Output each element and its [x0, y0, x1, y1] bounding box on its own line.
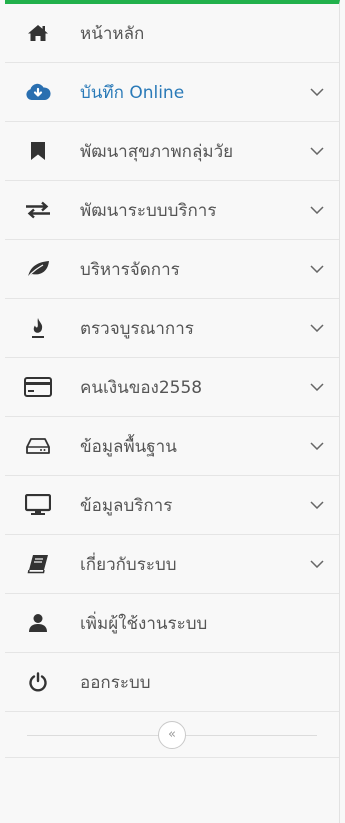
chevron-down-icon[interactable] [309, 264, 325, 274]
sidebar-item-money-2558[interactable]: คนเงินของ2558 [5, 358, 339, 417]
leaf-icon [21, 260, 55, 278]
sidebar-item-label: บริหารจัดการ [80, 259, 180, 280]
chevron-down-icon[interactable] [309, 500, 325, 510]
sidebar-item-health-development[interactable]: พัฒนาสุขภาพกลุ่มวัย [5, 122, 339, 181]
exchange-arrows-icon [21, 201, 55, 219]
sidebar-item-label: เกี่ยวกับระบบ [80, 554, 177, 575]
home-icon [21, 24, 55, 42]
sidebar-item-service-info[interactable]: ข้อมูลบริการ [5, 476, 339, 535]
sidebar-item-label: หน้าหลัก [80, 23, 145, 44]
sidebar-item-label: คนเงินของ2558 [80, 377, 203, 398]
sidebar-item-label: ข้อมูลบริการ [80, 495, 173, 516]
sidebar-item-label: ออกระบบ [80, 672, 151, 693]
sidebar-item-integrated-inspection[interactable]: ตรวจบูรณาการ [5, 299, 339, 358]
book-icon [21, 554, 55, 574]
hdd-icon [21, 437, 55, 455]
sidebar-item-logout[interactable]: ออกระบบ [5, 653, 339, 712]
bookmark-icon [21, 141, 55, 161]
sidebar-item-management[interactable]: บริหารจัดการ [5, 240, 339, 299]
power-icon [21, 672, 55, 692]
desktop-icon [21, 494, 55, 516]
user-icon [21, 613, 55, 633]
sidebar-item-label: ข้อมูลพื้นฐาน [80, 436, 177, 457]
sidebar-item-label: บันทึก Online [80, 82, 185, 103]
sidebar: หน้าหลัก บันทึก Online พัฒนาสุขภาพกลุ่มว… [5, 0, 340, 823]
sidebar-menu: หน้าหลัก บันทึก Online พัฒนาสุขภาพกลุ่มว… [5, 4, 339, 712]
sidebar-item-basic-info[interactable]: ข้อมูลพื้นฐาน [5, 417, 339, 476]
chevron-down-icon[interactable] [309, 382, 325, 392]
sidebar-item-about-system[interactable]: เกี่ยวกับระบบ [5, 535, 339, 594]
credit-card-icon [21, 377, 55, 397]
chevron-down-icon[interactable] [309, 205, 325, 215]
chevron-down-icon[interactable] [309, 87, 325, 97]
cloud-download-icon [21, 83, 55, 101]
sidebar-item-record-online[interactable]: บันทึก Online [5, 63, 339, 122]
chevron-down-icon[interactable] [309, 323, 325, 333]
sidebar-item-add-user[interactable]: เพิ่มผู้ใช้งานระบบ [5, 594, 339, 653]
sidebar-item-label: ตรวจบูรณาการ [80, 318, 194, 339]
fire-icon [21, 317, 55, 339]
sidebar-collapse-bar: « [5, 712, 339, 758]
sidebar-item-home[interactable]: หน้าหลัก [5, 4, 339, 63]
chevron-down-icon[interactable] [309, 559, 325, 569]
sidebar-item-label: เพิ่มผู้ใช้งานระบบ [80, 613, 208, 634]
chevron-down-icon[interactable] [309, 441, 325, 451]
sidebar-item-label: พัฒนาสุขภาพกลุ่มวัย [80, 141, 234, 162]
sidebar-item-label: พัฒนาระบบบริการ [80, 200, 217, 221]
collapse-sidebar-button[interactable]: « [158, 720, 186, 749]
chevron-down-icon[interactable] [309, 146, 325, 156]
sidebar-item-service-development[interactable]: พัฒนาระบบบริการ [5, 181, 339, 240]
